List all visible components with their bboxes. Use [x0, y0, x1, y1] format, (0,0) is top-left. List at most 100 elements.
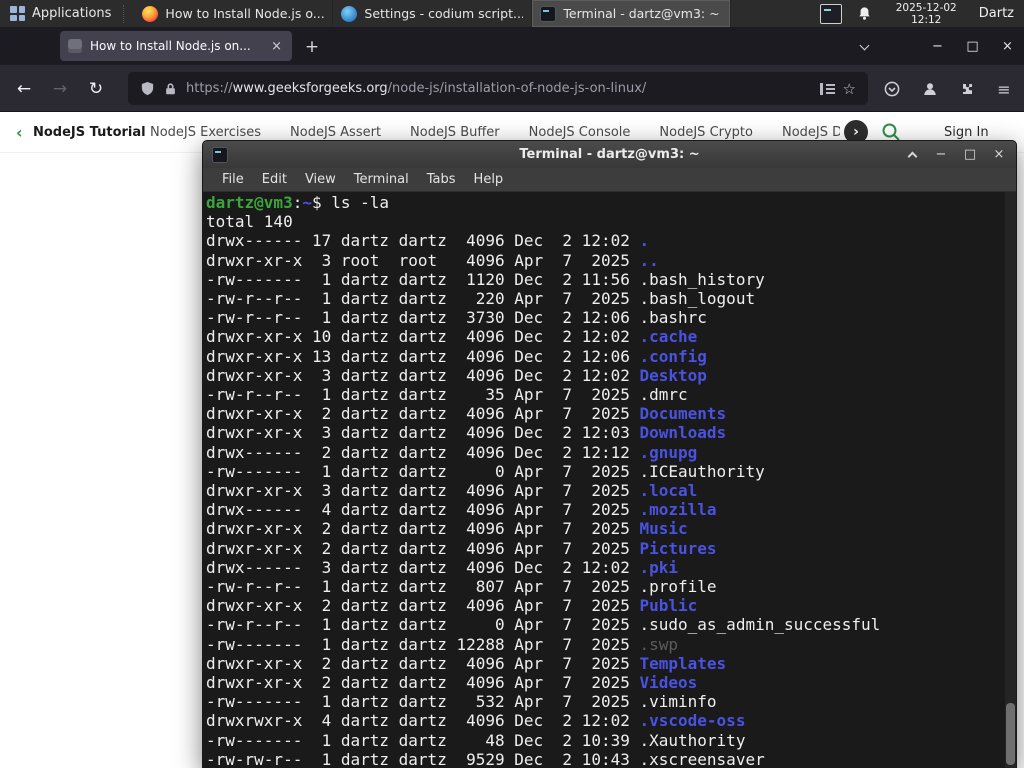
forward-button[interactable]: →	[44, 73, 76, 105]
site-nav-link-1[interactable]: NodeJS Assert	[290, 125, 381, 140]
ls-row-meta: -rw------- 1 dartz dartz 12288 Apr 7 202…	[206, 634, 640, 654]
menu-file[interactable]: File	[213, 172, 253, 187]
new-tab-button[interactable]: +	[300, 35, 324, 59]
list-all-tabs-button[interactable]	[852, 37, 876, 57]
menu-view[interactable]: View	[296, 172, 345, 187]
ls-row-name: Pictures	[639, 538, 717, 558]
ls-row-meta: -rw-r--r-- 1 dartz dartz 0 Apr 7 2025	[206, 615, 640, 635]
ls-row-name: .xscreensaver	[639, 749, 765, 768]
ls-row: -rw-rw-r-- 1 dartz dartz 9529 Dec 2 10:4…	[206, 750, 1016, 768]
ls-row-name: .swp	[639, 634, 679, 654]
ls-row: drwxrwxr-x 4 dartz dartz 4096 Dec 2 12:0…	[206, 711, 1016, 730]
page-favicon	[68, 39, 82, 53]
scrollbar-thumb[interactable]	[1006, 703, 1015, 765]
site-nav-tutorial-link[interactable]: NodeJS Tutorial	[33, 125, 146, 140]
ls-row-meta: drwxr-xr-x 3 dartz dartz 4096 Dec 2 12:0…	[206, 423, 640, 443]
ls-row-name: .	[639, 231, 650, 251]
menu-icon[interactable]: ≡	[988, 73, 1020, 105]
ls-row: -rw------- 1 dartz dartz 48 Dec 2 10:39 …	[206, 731, 1016, 750]
site-nav-link-4[interactable]: NodeJS Crypto	[659, 125, 753, 140]
terminal-scrollbar[interactable]	[1005, 192, 1016, 768]
terminal-window: Terminal - dartz@vm3: ~ − □ × File Edit Vi…	[202, 140, 1017, 768]
site-nav-link-0[interactable]: NodeJS Exercises	[150, 125, 261, 140]
tab-close-icon[interactable]: ×	[269, 39, 284, 54]
ls-row-meta: drwxr-xr-x 2 dartz dartz 4096 Apr 7 2025	[206, 596, 640, 616]
ls-row: drwxr-xr-x 13 dartz dartz 4096 Dec 2 12:…	[206, 347, 1016, 366]
firefox-icon	[142, 5, 159, 22]
tracking-shield-icon[interactable]	[140, 81, 155, 96]
terminal-buffer[interactable]: dartz@vm3:~$ ls -la total 140 drwx------ 1…	[203, 192, 1016, 768]
ls-row-name: .local	[639, 481, 698, 501]
terminal-prompt-line: dartz@vm3:~$ ls -la	[206, 193, 1016, 212]
window-maximize-button[interactable]: □	[956, 27, 989, 65]
window-minimize-button[interactable]: −	[921, 27, 954, 65]
lock-icon[interactable]	[164, 82, 177, 96]
extensions-icon[interactable]	[950, 73, 982, 105]
menu-terminal[interactable]: Terminal	[345, 172, 418, 187]
pocket-glyph	[884, 81, 900, 97]
ls-row: drwxr-xr-x 3 dartz dartz 4096 Dec 2 12:0…	[206, 366, 1016, 385]
site-nav-link-5[interactable]: NodeJS DNS	[782, 125, 840, 140]
task-button-vscodium[interactable]: Settings - codium script...	[333, 0, 533, 27]
nav-scroll-left-icon[interactable]: ‹	[16, 123, 23, 142]
system-tray: 2025-12-02 12:12 Dartz	[819, 2, 1024, 26]
terminal-menubar: File Edit View Terminal Tabs Help	[203, 168, 1016, 192]
ls-row: -rw------- 1 dartz dartz 1120 Dec 2 11:5…	[206, 270, 1016, 289]
site-nav-link-3[interactable]: NodeJS Console	[529, 125, 631, 140]
terminal-icon	[540, 5, 557, 22]
reader-mode-icon[interactable]	[819, 82, 835, 95]
ls-row: -rw------- 1 dartz dartz 532 Apr 7 2025 …	[206, 692, 1016, 711]
applications-menu-button[interactable]: Applications	[0, 0, 121, 27]
ls-row: -rw-r--r-- 1 dartz dartz 807 Apr 7 2025 …	[206, 577, 1016, 596]
ls-row: -rw-r--r-- 1 dartz dartz 220 Apr 7 2025 …	[206, 289, 1016, 308]
ls-row-meta: drwxr-xr-x 3 root root 4096 Apr 7 2025	[206, 250, 640, 270]
tray-terminal-icon[interactable]	[819, 3, 842, 24]
reload-button[interactable]: ↻	[80, 73, 112, 105]
task-label: Settings - codium script...	[364, 6, 524, 21]
ls-row: -rw-r--r-- 1 dartz dartz 3730 Dec 2 12:0…	[206, 308, 1016, 327]
vscodium-icon	[341, 5, 358, 22]
person-glyph	[924, 83, 936, 95]
ls-row-name: .viminfo	[639, 692, 717, 712]
notification-bell-icon[interactable]	[852, 6, 878, 21]
back-button[interactable]: ←	[8, 73, 40, 105]
ls-row-name: Templates	[639, 653, 727, 673]
ls-row: -rw------- 1 dartz dartz 0 Apr 7 2025 .I…	[206, 462, 1016, 481]
url-bar[interactable]: https://www.geeksforgeeks.org/node-js/in…	[128, 72, 868, 105]
prompt-separator: :	[292, 193, 303, 212]
account-icon[interactable]	[914, 73, 946, 105]
terminal-maximize-button[interactable]: □	[963, 147, 977, 162]
ls-row-meta: drwx------ 3 dartz dartz 4096 Dec 2 12:0…	[206, 557, 640, 577]
ls-row: drwxr-xr-x 2 dartz dartz 4096 Apr 7 2025…	[206, 519, 1016, 538]
terminal-close-button[interactable]: ×	[992, 147, 1006, 162]
pocket-icon[interactable]	[876, 73, 908, 105]
task-button-terminal[interactable]: Terminal - dartz@vm3: ~	[532, 0, 732, 27]
site-nav-link-2[interactable]: NodeJS Buffer	[410, 125, 500, 140]
terminal-title-bar[interactable]: Terminal - dartz@vm3: ~ − □ ×	[203, 141, 1016, 168]
ls-row-name: .dmrc	[639, 385, 688, 405]
panel-user-label[interactable]: Dartz	[975, 6, 1024, 21]
ls-row-name: .ICEauthority	[639, 461, 765, 481]
shade-button[interactable]	[905, 150, 919, 161]
panel-clock[interactable]: 2025-12-02 12:12	[888, 2, 965, 26]
bookmark-star-icon[interactable]: ☆	[843, 80, 856, 98]
task-button-firefox[interactable]: How to Install Node.js o...	[134, 0, 334, 27]
ls-row: drwxr-xr-x 3 dartz dartz 4096 Apr 7 2025…	[206, 481, 1016, 500]
browser-tab[interactable]: How to Install Node.js on... ×	[60, 31, 292, 61]
menu-tabs[interactable]: Tabs	[418, 172, 465, 187]
prompt-sign: $	[311, 193, 332, 212]
window-close-button[interactable]: ×	[991, 27, 1024, 65]
ls-row-meta: -rw-r--r-- 1 dartz dartz 35 Apr 7 2025	[206, 385, 640, 405]
ls-row-meta: -rw-rw-r-- 1 dartz dartz 9529 Dec 2 10:4…	[206, 749, 640, 768]
terminal-minimize-button[interactable]: −	[934, 147, 948, 162]
ls-row-name: .profile	[639, 577, 717, 597]
site-nav-links: NodeJS Exercises NodeJS Assert NodeJS Buff…	[150, 125, 840, 140]
ls-row-name: Music	[639, 519, 688, 539]
ls-row-meta: -rw-r--r-- 1 dartz dartz 807 Apr 7 2025	[206, 577, 640, 597]
menu-help[interactable]: Help	[465, 172, 513, 187]
ls-row-name: Videos	[639, 673, 698, 693]
menu-edit[interactable]: Edit	[253, 172, 296, 187]
ls-row-meta: drwxr-xr-x 2 dartz dartz 4096 Apr 7 2025	[206, 538, 640, 558]
sign-in-button[interactable]: Sign In	[944, 125, 989, 140]
taskbar: How to Install Node.js o... Settings - co…	[134, 0, 732, 27]
